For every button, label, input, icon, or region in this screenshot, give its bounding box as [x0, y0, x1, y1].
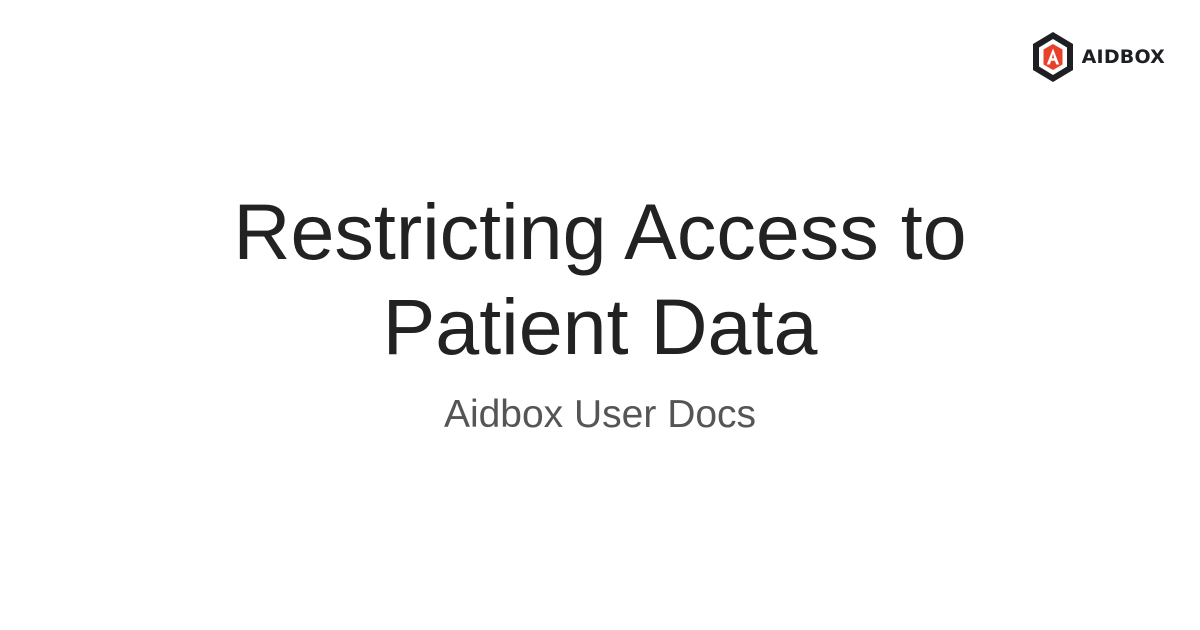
site-subtitle: Aidbox User Docs [443, 393, 757, 436]
page-title: Restricting Access to Patient Data [0, 184, 1200, 374]
brand-name: AIDBOX [1081, 45, 1165, 68]
aidbox-hexagon-logo-icon [1032, 32, 1073, 82]
page-title-line-2: Patient Data [382, 282, 818, 371]
social-card: AIDBOX Restricting Access to Patient Dat… [0, 0, 1200, 630]
page-title-line-1: Restricting Access to [233, 187, 967, 276]
brand-logo: AIDBOX [1031, 31, 1165, 83]
